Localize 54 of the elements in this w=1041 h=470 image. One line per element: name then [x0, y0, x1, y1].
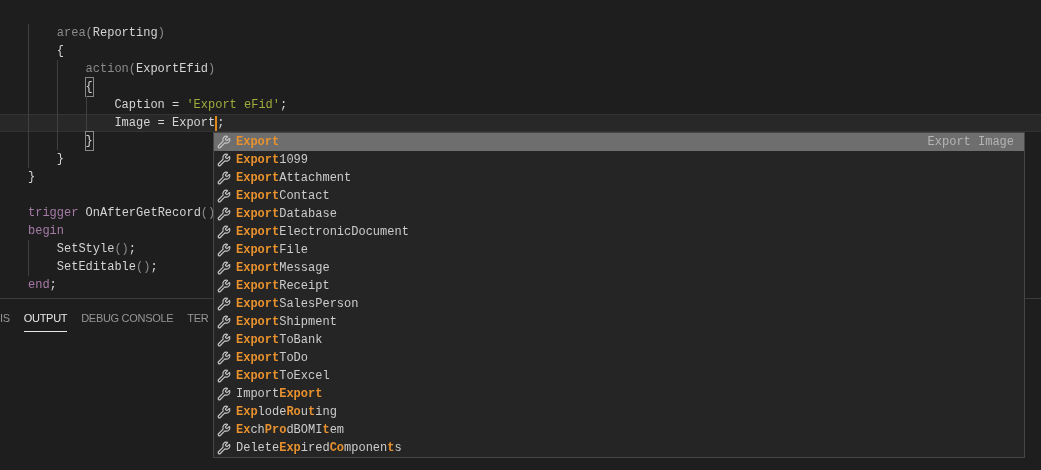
code-line: {	[56, 43, 64, 60]
wrench-icon	[217, 153, 231, 167]
wrench-icon	[217, 297, 231, 311]
suggestion-item[interactable]: ExportReceipt	[214, 277, 1024, 295]
suggestion-item[interactable]: ExportElectronicDocument	[214, 223, 1024, 241]
suggestion-item[interactable]: DeleteExpiredComponents	[214, 439, 1024, 457]
wrench-icon	[217, 189, 231, 203]
code-line: SetStyle();	[56, 241, 136, 258]
code-line: trigger OnAfterGetRecord()	[28, 205, 216, 222]
suggestion-item[interactable]: ImportExport	[214, 385, 1024, 403]
code-line: end;	[28, 277, 57, 294]
suggestion-item[interactable]: ExportAttachment	[214, 169, 1024, 187]
wrench-icon	[217, 135, 231, 149]
code-line: action(ExportEfid)	[85, 61, 216, 78]
panel-tab[interactable]: IS	[0, 310, 10, 332]
suggestion-detail: Export Image	[927, 134, 1014, 151]
code-line: Image = Export ;	[114, 114, 225, 132]
suggestion-item[interactable]: ExportShipment	[214, 313, 1024, 331]
code-line: SetEditable();	[56, 259, 158, 276]
wrench-icon	[217, 243, 231, 257]
suggestion-item[interactable]: ExportSalesPerson	[214, 295, 1024, 313]
suggestion-item[interactable]: ExplodeRouting	[214, 403, 1024, 421]
suggestion-item[interactable]: ExportToDo	[214, 349, 1024, 367]
suggestion-item[interactable]: ExportMessage	[214, 259, 1024, 277]
wrench-icon	[217, 405, 231, 419]
suggestion-item[interactable]: ExportContact	[214, 187, 1024, 205]
wrench-icon	[217, 387, 231, 401]
code-line: }	[28, 169, 36, 186]
wrench-icon	[217, 369, 231, 383]
wrench-icon	[217, 225, 231, 239]
panel-tab[interactable]: DEBUG CONSOLE	[81, 310, 174, 332]
code-line: Caption = 'Export eFid';	[114, 97, 288, 114]
code-line: {	[85, 78, 93, 96]
suggestion-item[interactable]: Export1099	[214, 151, 1024, 169]
suggestion-item[interactable]: ExchProdBOMItem	[214, 421, 1024, 439]
wrench-icon	[217, 423, 231, 437]
suggestion-item[interactable]: ExportToBank	[214, 331, 1024, 349]
wrench-icon	[217, 441, 231, 455]
wrench-icon	[217, 261, 231, 275]
wrench-icon	[217, 171, 231, 185]
wrench-icon	[217, 351, 231, 365]
suggestion-item[interactable]: ExportFile	[214, 241, 1024, 259]
wrench-icon	[217, 279, 231, 293]
code-line: }	[85, 132, 93, 150]
panel-tab[interactable]: TER	[187, 310, 209, 332]
wrench-icon	[217, 333, 231, 347]
wrench-icon	[217, 207, 231, 221]
suggestion-item[interactable]: ExportDatabase	[214, 205, 1024, 223]
panel-tab[interactable]: OUTPUT	[23, 310, 68, 332]
code-line: area(Reporting)	[56, 25, 165, 42]
wrench-icon	[217, 315, 231, 329]
code-line: }	[56, 151, 64, 168]
code-line: begin	[28, 223, 64, 240]
suggestion-item[interactable]: ExportToExcel	[214, 367, 1024, 385]
